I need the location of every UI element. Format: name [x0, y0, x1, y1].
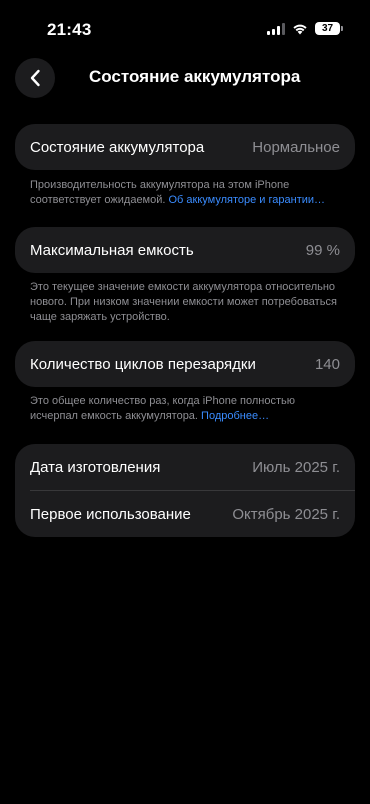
page-title: Состояние аккумулятора — [89, 67, 301, 86]
cycle-count-label: Количество циклов перезарядки — [30, 355, 256, 373]
wifi-icon — [293, 24, 307, 34]
cycle-count-value: 140 — [314, 355, 340, 373]
first-use-row: Первое использование Октябрь 2025 г. — [15, 491, 355, 537]
manufacture-date-label: Дата изготовления — [30, 458, 161, 476]
cellular-signal-icon — [267, 22, 285, 35]
first-use-label: Первое использование — [30, 505, 191, 523]
battery-health-screen: 21:43 37 Состояние аккумулятора Состояни… — [0, 0, 370, 804]
max-capacity-row: Максимальная емкость 99 % — [15, 227, 355, 273]
back-button[interactable] — [15, 58, 55, 98]
status-bar: 21:43 37 — [0, 0, 370, 52]
manufacture-date-row: Дата изготовления Июль 2025 г. — [15, 444, 355, 490]
max-capacity-label: Максимальная емкость — [30, 241, 194, 259]
battery-warranty-link[interactable]: Об аккумуляторе и гарантии… — [169, 194, 326, 206]
chevron-left-icon — [30, 69, 40, 87]
dates-group: Дата изготовления Июль 2025 г. Первое ис… — [15, 444, 355, 537]
battery-health-value: Нормальное — [252, 138, 340, 156]
battery-health-row: Состояние аккумулятора Нормальное — [15, 124, 355, 170]
cycle-count-footnote: Это общее количество раз, когда iPhone п… — [30, 394, 342, 424]
cycle-count-group: Количество циклов перезарядки 140 — [15, 341, 355, 387]
battery-health-group: Состояние аккумулятора Нормальное — [15, 124, 355, 170]
max-capacity-group: Максимальная емкость 99 % — [15, 227, 355, 273]
max-capacity-footnote: Это текущее значение емкости аккумулятор… — [30, 280, 342, 325]
battery-health-footnote: Производительность аккумулятора на этом … — [30, 178, 342, 208]
max-capacity-value: 99 % — [305, 241, 340, 259]
battery-health-label: Состояние аккумулятора — [30, 138, 205, 156]
cycle-count-row: Количество циклов перезарядки 140 — [15, 341, 355, 387]
status-icons: 37 — [267, 22, 343, 35]
first-use-value: Октябрь 2025 г. — [232, 505, 340, 523]
cycle-count-more-link[interactable]: Подробнее… — [201, 410, 269, 422]
status-time: 21:43 — [47, 20, 92, 39]
manufacture-date-value: Июль 2025 г. — [252, 458, 340, 476]
battery-icon: 37 — [315, 22, 343, 35]
max-capacity-footnote-text: Это текущее значение емкости аккумулятор… — [30, 281, 337, 323]
battery-level-text: 37 — [321, 23, 334, 34]
